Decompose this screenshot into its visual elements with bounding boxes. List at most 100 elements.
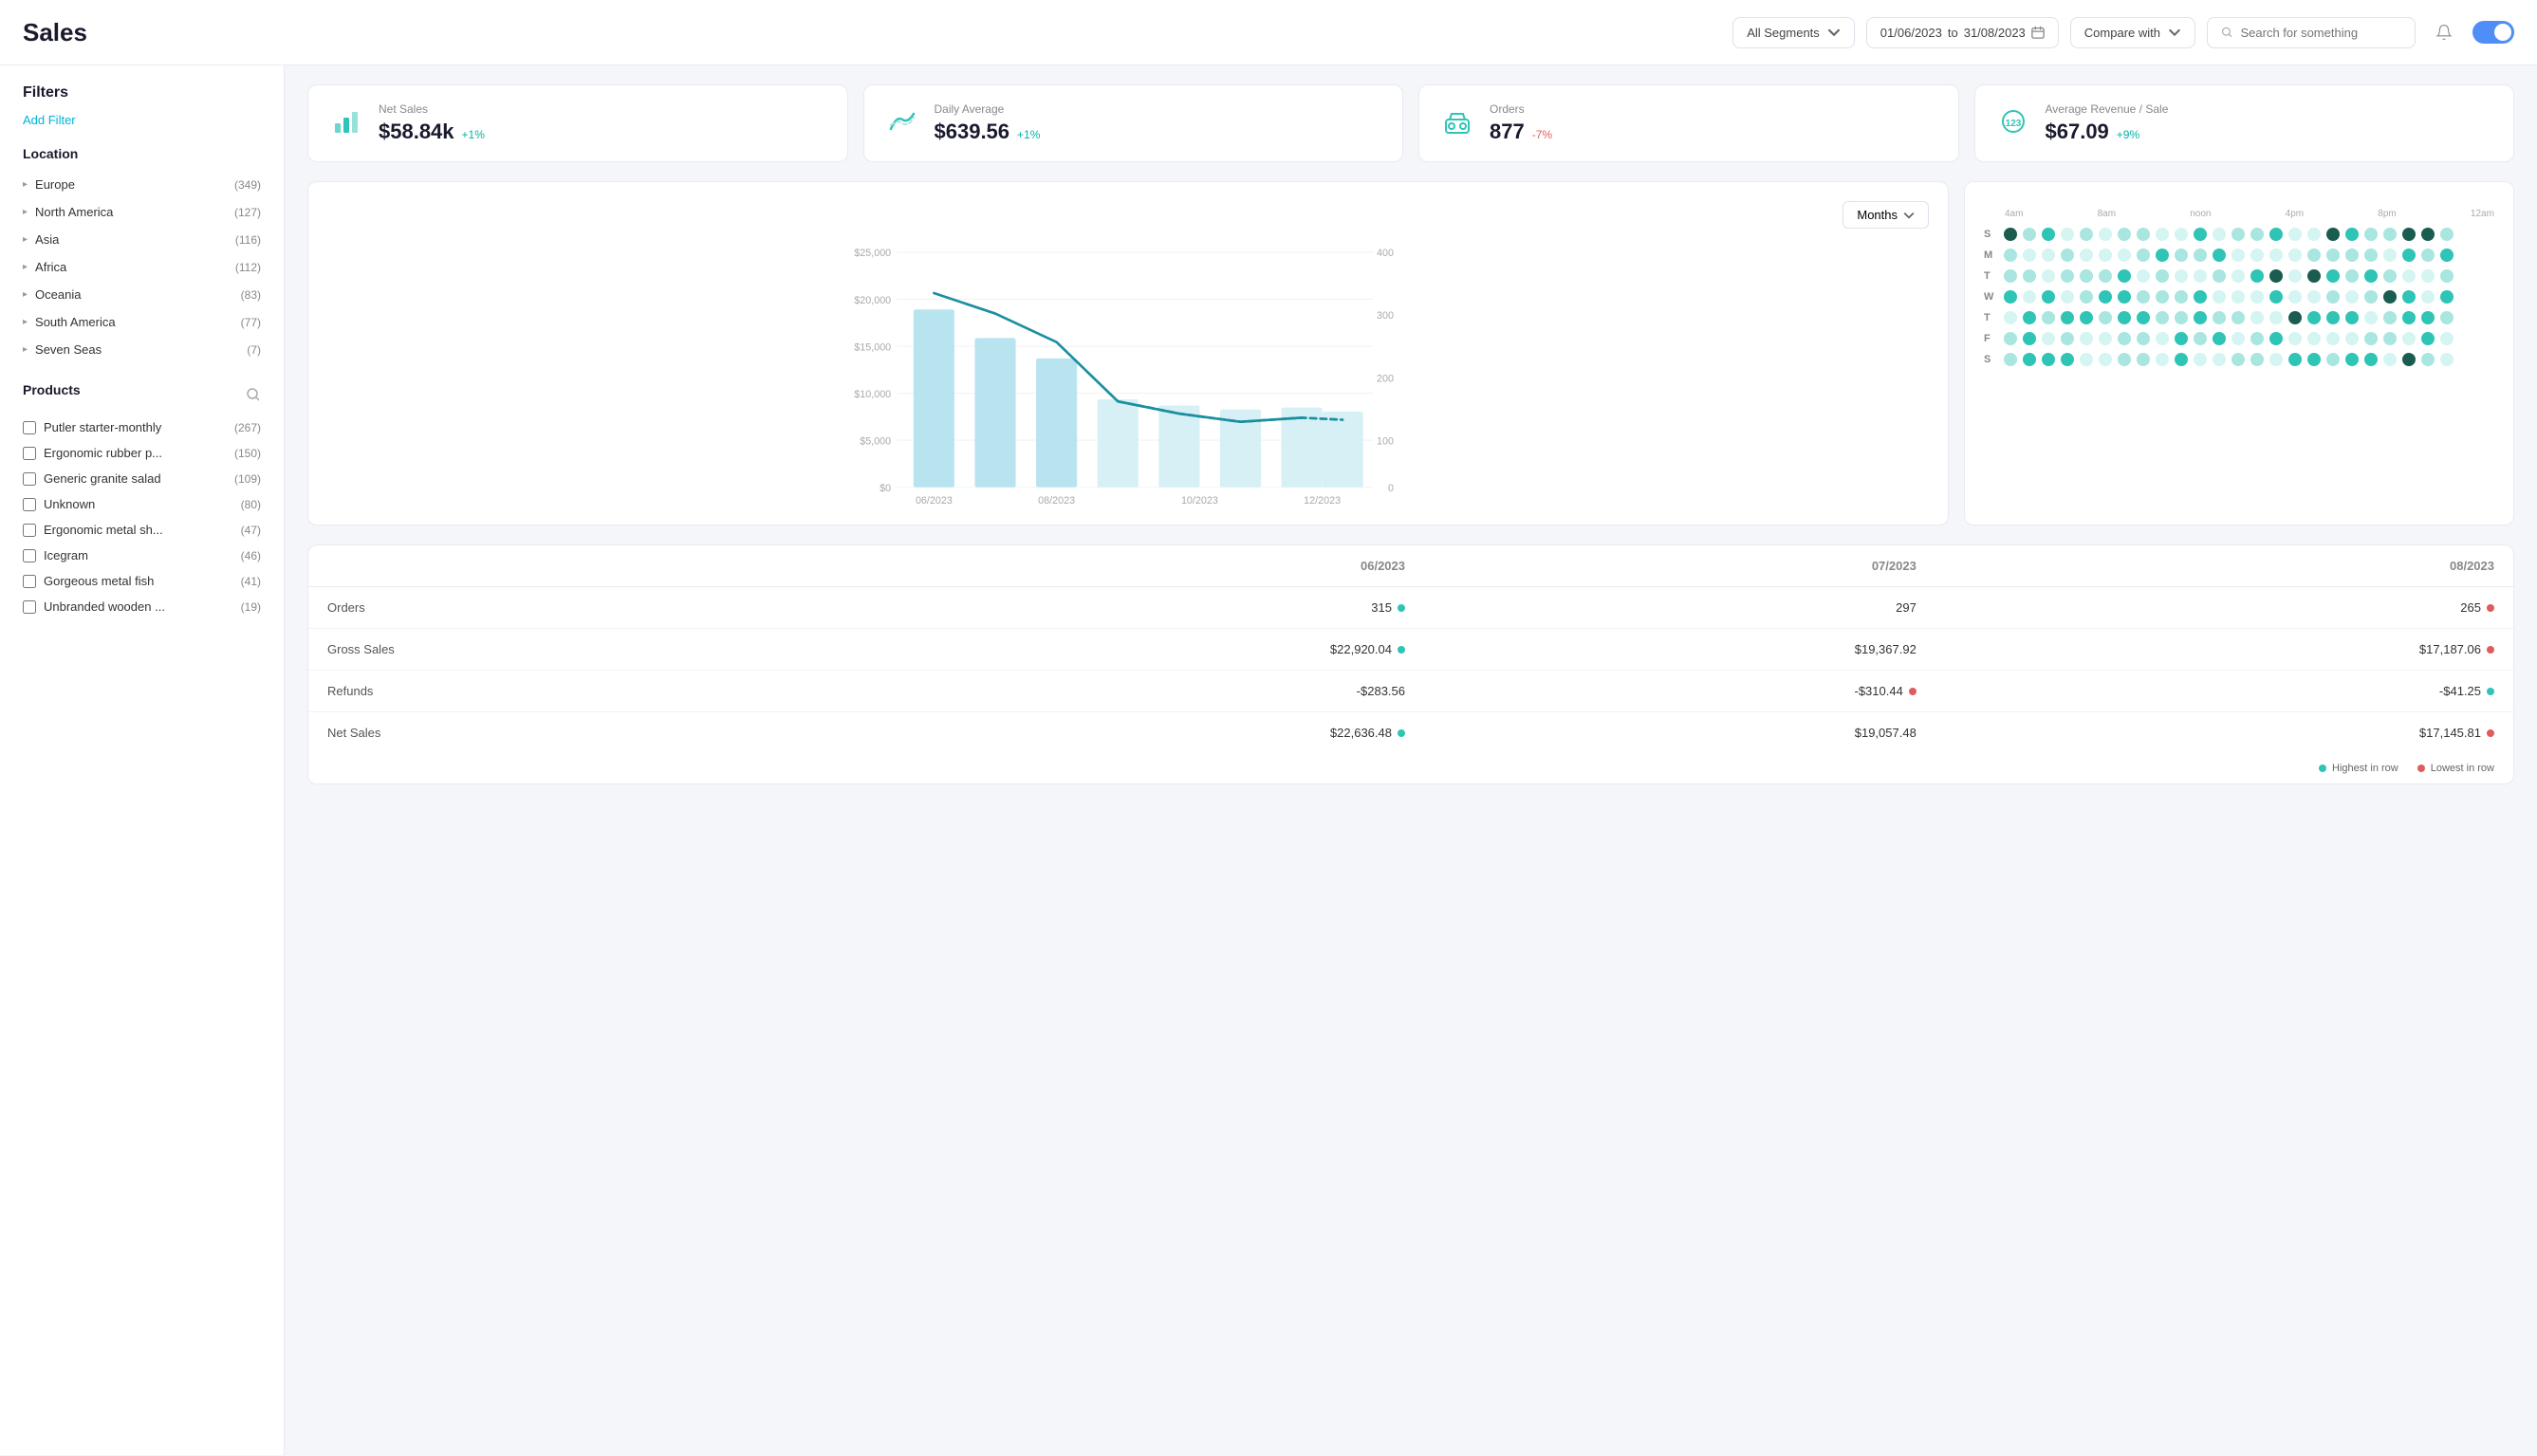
dot-cell xyxy=(2023,332,2036,345)
kpi-card: 123 Average Revenue / Sale $67.09 +9% xyxy=(1974,84,2515,162)
dot-cell xyxy=(2402,290,2416,304)
dot-cell xyxy=(2402,249,2416,262)
svg-text:300: 300 xyxy=(1377,310,1394,322)
table-cell-with-dot: $17,145.81 xyxy=(1954,726,2494,740)
dot-cell xyxy=(2402,269,2416,283)
dot-cell xyxy=(2137,353,2150,366)
product-count: (267) xyxy=(234,421,261,434)
dot-cell xyxy=(2231,353,2245,366)
dot-cell xyxy=(2213,269,2226,283)
location-item[interactable]: ▸Oceania(83) xyxy=(23,281,261,308)
dot-cell xyxy=(2440,353,2454,366)
products-search-icon[interactable] xyxy=(246,387,261,402)
product-checkbox[interactable] xyxy=(23,447,36,460)
sidebar: Filters Add Filter Location ▸Europe(349)… xyxy=(0,65,285,1455)
product-checkbox[interactable] xyxy=(23,575,36,588)
notification-bell[interactable] xyxy=(2427,15,2461,49)
months-dropdown[interactable]: Months xyxy=(1843,201,1929,229)
dot-cell xyxy=(2326,353,2340,366)
dot-cell xyxy=(2421,353,2435,366)
dot-cell xyxy=(2080,332,2093,345)
product-checkbox[interactable] xyxy=(23,498,36,511)
dot-cell xyxy=(2118,249,2131,262)
product-item: Gorgeous metal fish(41) xyxy=(23,568,261,594)
highest-indicator xyxy=(1398,646,1405,654)
charts-row: Months $25,000 $20,000 $15,000 $10,000 $… xyxy=(307,181,2514,525)
lowest-indicator xyxy=(2487,646,2494,654)
compare-button[interactable]: Compare with xyxy=(2070,17,2195,48)
dot-cell xyxy=(2099,353,2112,366)
search-box[interactable] xyxy=(2207,17,2416,48)
dot-cell xyxy=(2061,249,2074,262)
table-cell: 265 xyxy=(1935,587,2513,629)
dot-cell xyxy=(2440,269,2454,283)
kpi-label: Average Revenue / Sale xyxy=(2046,102,2169,116)
dot-cell xyxy=(2288,228,2302,241)
dot-cell xyxy=(2364,332,2378,345)
dot-cell xyxy=(2156,228,2169,241)
header: Sales All Segments 01/06/2023 to 31/08/2… xyxy=(0,0,2537,65)
location-item[interactable]: ▸North America(127) xyxy=(23,198,261,226)
dot-cell xyxy=(2080,228,2093,241)
location-item[interactable]: ▸Africa(112) xyxy=(23,253,261,281)
chevron-right-icon: ▸ xyxy=(23,179,28,190)
dot-cell xyxy=(2231,332,2245,345)
table-row: Orders315297265 xyxy=(308,587,2513,629)
dot-cell xyxy=(2061,290,2074,304)
dot-grid-row: F xyxy=(1984,331,2494,346)
dot-cell xyxy=(2307,269,2321,283)
dot-cell xyxy=(2288,269,2302,283)
location-item[interactable]: ▸Seven Seas(7) xyxy=(23,336,261,363)
product-count: (41) xyxy=(241,575,261,588)
chevron-right-icon: ▸ xyxy=(23,289,28,300)
location-item[interactable]: ▸Europe(349) xyxy=(23,171,261,198)
kpi-amount: $67.09 xyxy=(2046,120,2109,144)
dot-cell xyxy=(2042,249,2055,262)
dot-cell xyxy=(2345,311,2359,324)
date-range-picker[interactable]: 01/06/2023 to 31/08/2023 xyxy=(1866,17,2059,48)
svg-text:0: 0 xyxy=(1388,483,1394,494)
product-item: Unknown(80) xyxy=(23,491,261,517)
dot-cell xyxy=(2326,228,2340,241)
day-label: T xyxy=(1984,270,1999,282)
product-item: Putler starter-monthly(267) xyxy=(23,415,261,440)
dot-cell xyxy=(2023,311,2036,324)
location-count: (7) xyxy=(247,343,261,357)
theme-toggle[interactable] xyxy=(2472,21,2514,44)
product-checkbox[interactable] xyxy=(23,600,36,614)
chevron-right-icon: ▸ xyxy=(23,234,28,245)
dot-cell xyxy=(2345,228,2359,241)
add-filter-button[interactable]: Add Filter xyxy=(23,113,76,127)
table-cell-value: $22,636.48 xyxy=(1330,726,1392,740)
dot-cell xyxy=(2383,228,2397,241)
kpi-row: Net Sales $58.84k +1% Daily Average $639… xyxy=(307,84,2514,162)
dot-cell xyxy=(2194,269,2207,283)
dot-cell xyxy=(2137,332,2150,345)
dot-cell xyxy=(2213,353,2226,366)
dot-cell xyxy=(2250,332,2264,345)
dot-cell xyxy=(2194,311,2207,324)
svg-text:100: 100 xyxy=(1377,435,1394,447)
segment-dropdown[interactable]: All Segments xyxy=(1732,17,1855,48)
product-checkbox[interactable] xyxy=(23,549,36,562)
location-item[interactable]: ▸Asia(116) xyxy=(23,226,261,253)
dot-grid-row: S xyxy=(1984,227,2494,242)
product-checkbox[interactable] xyxy=(23,472,36,486)
product-item: Icegram(46) xyxy=(23,543,261,568)
kpi-value: $58.84k +1% xyxy=(379,120,485,144)
location-count: (77) xyxy=(241,316,261,329)
table-row: Net Sales$22,636.48$19,057.48$17,145.81 xyxy=(308,712,2513,754)
product-checkbox[interactable] xyxy=(23,421,36,434)
dot-cell xyxy=(2231,290,2245,304)
dot-cell xyxy=(2118,353,2131,366)
search-input[interactable] xyxy=(2240,26,2401,40)
time-label: 12am xyxy=(2471,209,2494,219)
location-item[interactable]: ▸South America(77) xyxy=(23,308,261,336)
products-header: Products xyxy=(23,382,261,407)
kpi-change: +1% xyxy=(1017,128,1040,141)
product-checkbox[interactable] xyxy=(23,524,36,537)
dot-cell xyxy=(2345,290,2359,304)
dot-cell xyxy=(2307,311,2321,324)
dot-cell xyxy=(2118,311,2131,324)
highest-indicator xyxy=(1398,604,1405,612)
